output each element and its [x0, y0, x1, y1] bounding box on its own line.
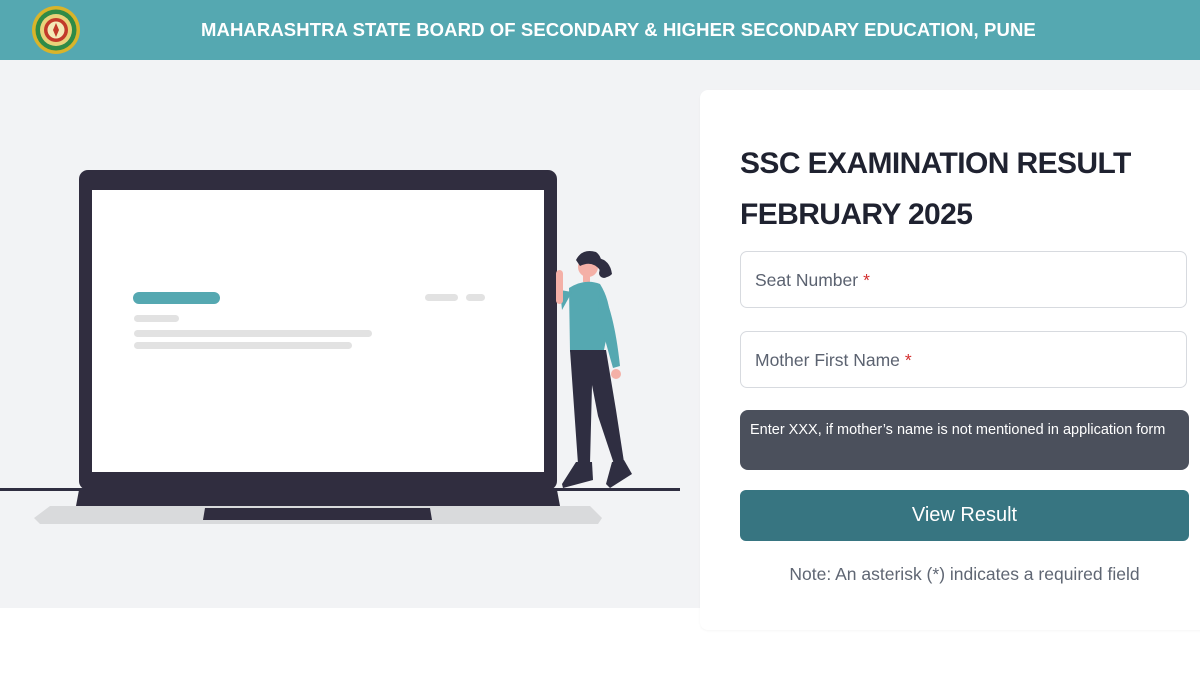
board-emblem-icon [32, 6, 80, 54]
required-marker: * [904, 350, 912, 370]
seat-number-label-text: Seat Number [755, 270, 859, 290]
mother-first-name-label-text: Mother First Name [755, 350, 900, 370]
required-field-note: Note: An asterisk (*) indicates a requir… [789, 564, 1140, 584]
seat-number-field[interactable]: Seat Number * [740, 251, 1187, 308]
laptop-person-illustration [0, 170, 680, 524]
form-title-line-1: SSC EXAMINATION RESULT [740, 147, 1131, 180]
mother-first-name-field[interactable]: Mother First Name * [740, 331, 1187, 388]
seat-number-label: Seat Number * [755, 252, 870, 309]
view-result-button[interactable]: View Result [740, 490, 1189, 541]
board-title: MAHARASHTRA STATE BOARD OF SECONDARY & H… [201, 19, 1036, 40]
form-title-line-2: FEBRUARY 2025 [740, 198, 973, 231]
form-title: SSC EXAMINATION RESULT FEBRUARY 2025 [740, 138, 1180, 240]
required-marker: * [863, 270, 870, 290]
mother-name-hint: Enter XXX, if mother’s name is not menti… [740, 410, 1189, 470]
site-header: MAHARASHTRA STATE BOARD OF SECONDARY & H… [0, 0, 1200, 60]
mother-first-name-label: Mother First Name * [755, 332, 912, 389]
